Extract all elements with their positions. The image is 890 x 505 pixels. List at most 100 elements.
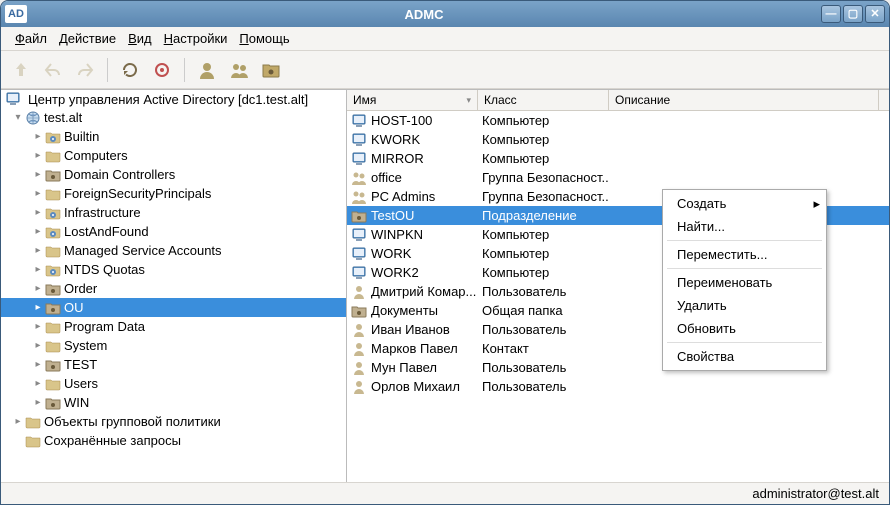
close-button[interactable]: ✕	[865, 5, 885, 23]
column-header[interactable]: Имя	[347, 90, 478, 110]
expander-icon[interactable]: ▸	[31, 264, 45, 275]
tree-root-row[interactable]: Центр управления Active Directory [dc1.t…	[1, 90, 346, 108]
expander-icon[interactable]: ▸	[31, 226, 45, 237]
directory-icon	[5, 91, 21, 107]
menu-файл[interactable]: Файл	[9, 29, 53, 48]
object-row[interactable]: KWORKКомпьютер	[347, 130, 889, 149]
ctx-создать[interactable]: Создать	[663, 192, 826, 215]
tree-item[interactable]: ▸Managed Service Accounts	[1, 241, 346, 260]
target-icon	[152, 60, 172, 80]
ou-icon	[351, 208, 367, 224]
expander-icon[interactable]: ▾	[11, 112, 25, 123]
tree-item[interactable]: ▸TEST	[1, 355, 346, 374]
tree-panel[interactable]: Центр управления Active Directory [dc1.t…	[1, 90, 347, 482]
expander-icon[interactable]: ▸	[31, 302, 45, 313]
menu-вид[interactable]: Вид	[122, 29, 158, 48]
tree-item[interactable]: ▸Computers	[1, 146, 346, 165]
app-icon: AD	[5, 5, 27, 23]
expander-icon[interactable]: ▸	[31, 321, 45, 332]
menu-действие[interactable]: Действие	[53, 29, 122, 48]
statusbar: administrator@test.alt	[1, 482, 889, 504]
object-class: Компьютер	[478, 227, 609, 242]
object-row[interactable]: HOST-100Компьютер	[347, 111, 889, 130]
tree-item[interactable]: ▸OU	[1, 298, 346, 317]
tree-item-label: ForeignSecurityPrincipals	[64, 186, 211, 201]
tree-item[interactable]: ▾test.alt	[1, 108, 346, 127]
ctx-свойства[interactable]: Свойства	[663, 345, 826, 368]
up-icon	[11, 60, 31, 80]
comp-icon	[351, 227, 367, 243]
target-button[interactable]	[148, 56, 176, 84]
expander-icon[interactable]: ▸	[31, 188, 45, 199]
column-header[interactable]: Описание	[609, 90, 879, 110]
user-icon	[197, 60, 217, 80]
expander-icon[interactable]: ▸	[31, 283, 45, 294]
refresh-button[interactable]	[116, 56, 144, 84]
object-row[interactable]: MIRRORКомпьютер	[347, 149, 889, 168]
folder-icon	[45, 148, 61, 164]
back-icon	[43, 60, 63, 80]
comp-icon	[351, 246, 367, 262]
ou-icon	[45, 167, 61, 183]
object-name: WORK	[371, 246, 411, 261]
tree-item[interactable]: ▸WIN	[1, 393, 346, 412]
object-class: Компьютер	[478, 132, 609, 147]
gear-icon	[45, 224, 61, 240]
expander-icon[interactable]: ▸	[31, 131, 45, 142]
tree-item[interactable]: Сохранённые запросы	[1, 431, 346, 450]
tree-item[interactable]: ▸System	[1, 336, 346, 355]
expander-icon[interactable]: ▸	[31, 245, 45, 256]
ou-icon	[261, 60, 281, 80]
maximize-button[interactable]: ▢	[843, 5, 863, 23]
ctx-обновить[interactable]: Обновить	[663, 317, 826, 340]
expander-icon[interactable]: ▸	[11, 416, 25, 427]
forward-button	[71, 56, 99, 84]
window-title: ADMC	[27, 7, 821, 22]
expander-icon[interactable]: ▸	[31, 169, 45, 180]
tree-item[interactable]: ▸ Infrastructure	[1, 203, 346, 222]
menu-помощь[interactable]: Помощь	[233, 29, 295, 48]
group-icon	[229, 60, 249, 80]
group-button[interactable]	[225, 56, 253, 84]
tree-item[interactable]: ▸NTDS Quotas	[1, 260, 346, 279]
minimize-button[interactable]: —	[821, 5, 841, 23]
object-class: Пользователь	[478, 322, 609, 337]
object-row[interactable]: officeГруппа Безопасност...	[347, 168, 889, 187]
expander-icon[interactable]: ▸	[31, 340, 45, 351]
folder-icon	[45, 376, 61, 392]
ctx-найти[interactable]: Найти...	[663, 215, 826, 238]
user-icon	[351, 379, 367, 395]
object-row[interactable]: Орлов МихаилПользователь	[347, 377, 889, 396]
object-name: WORK2	[371, 265, 419, 280]
tree-item[interactable]: ▸Builtin	[1, 127, 346, 146]
expander-icon[interactable]: ▸	[31, 359, 45, 370]
ctx-переместить[interactable]: Переместить...	[663, 243, 826, 266]
tree-item-label: Объекты групповой политики	[44, 414, 221, 429]
tree-item[interactable]: ▸Program Data	[1, 317, 346, 336]
user-icon	[351, 360, 367, 376]
tree-item[interactable]: ▸Domain Controllers	[1, 165, 346, 184]
tree-item[interactable]: ▸Users	[1, 374, 346, 393]
tree-root-label: Центр управления Active Directory [dc1.t…	[28, 92, 308, 107]
ctx-переименовать[interactable]: Переименовать	[663, 271, 826, 294]
tree-item-label: Infrastructure	[64, 205, 141, 220]
expander-icon[interactable]: ▸	[31, 378, 45, 389]
tree-item[interactable]: ▸ Объекты групповой политики	[1, 412, 346, 431]
object-name: Дмитрий Комар...	[371, 284, 476, 299]
ou-button[interactable]	[257, 56, 285, 84]
expander-icon[interactable]: ▸	[31, 150, 45, 161]
object-class: Общая папка	[478, 303, 609, 318]
menu-настройки[interactable]: Настройки	[158, 29, 234, 48]
user-button[interactable]	[193, 56, 221, 84]
comp-icon	[351, 132, 367, 148]
expander-icon[interactable]: ▸	[31, 207, 45, 218]
expander-icon[interactable]: ▸	[31, 397, 45, 408]
ctx-удалить[interactable]: Удалить	[663, 294, 826, 317]
column-header[interactable]: Класс	[478, 90, 609, 110]
tree-item[interactable]: ▸ ForeignSecurityPrincipals	[1, 184, 346, 203]
tree-item[interactable]: ▸LostAndFound	[1, 222, 346, 241]
context-menu[interactable]: СоздатьНайти... Переместить... Переименова…	[662, 189, 827, 371]
tree-item[interactable]: ▸Order	[1, 279, 346, 298]
objects-panel[interactable]: ИмяКлассОписание HOST-100КомпьютерKWORKК…	[347, 90, 889, 482]
titlebar[interactable]: AD ADMC — ▢ ✕	[1, 1, 889, 27]
